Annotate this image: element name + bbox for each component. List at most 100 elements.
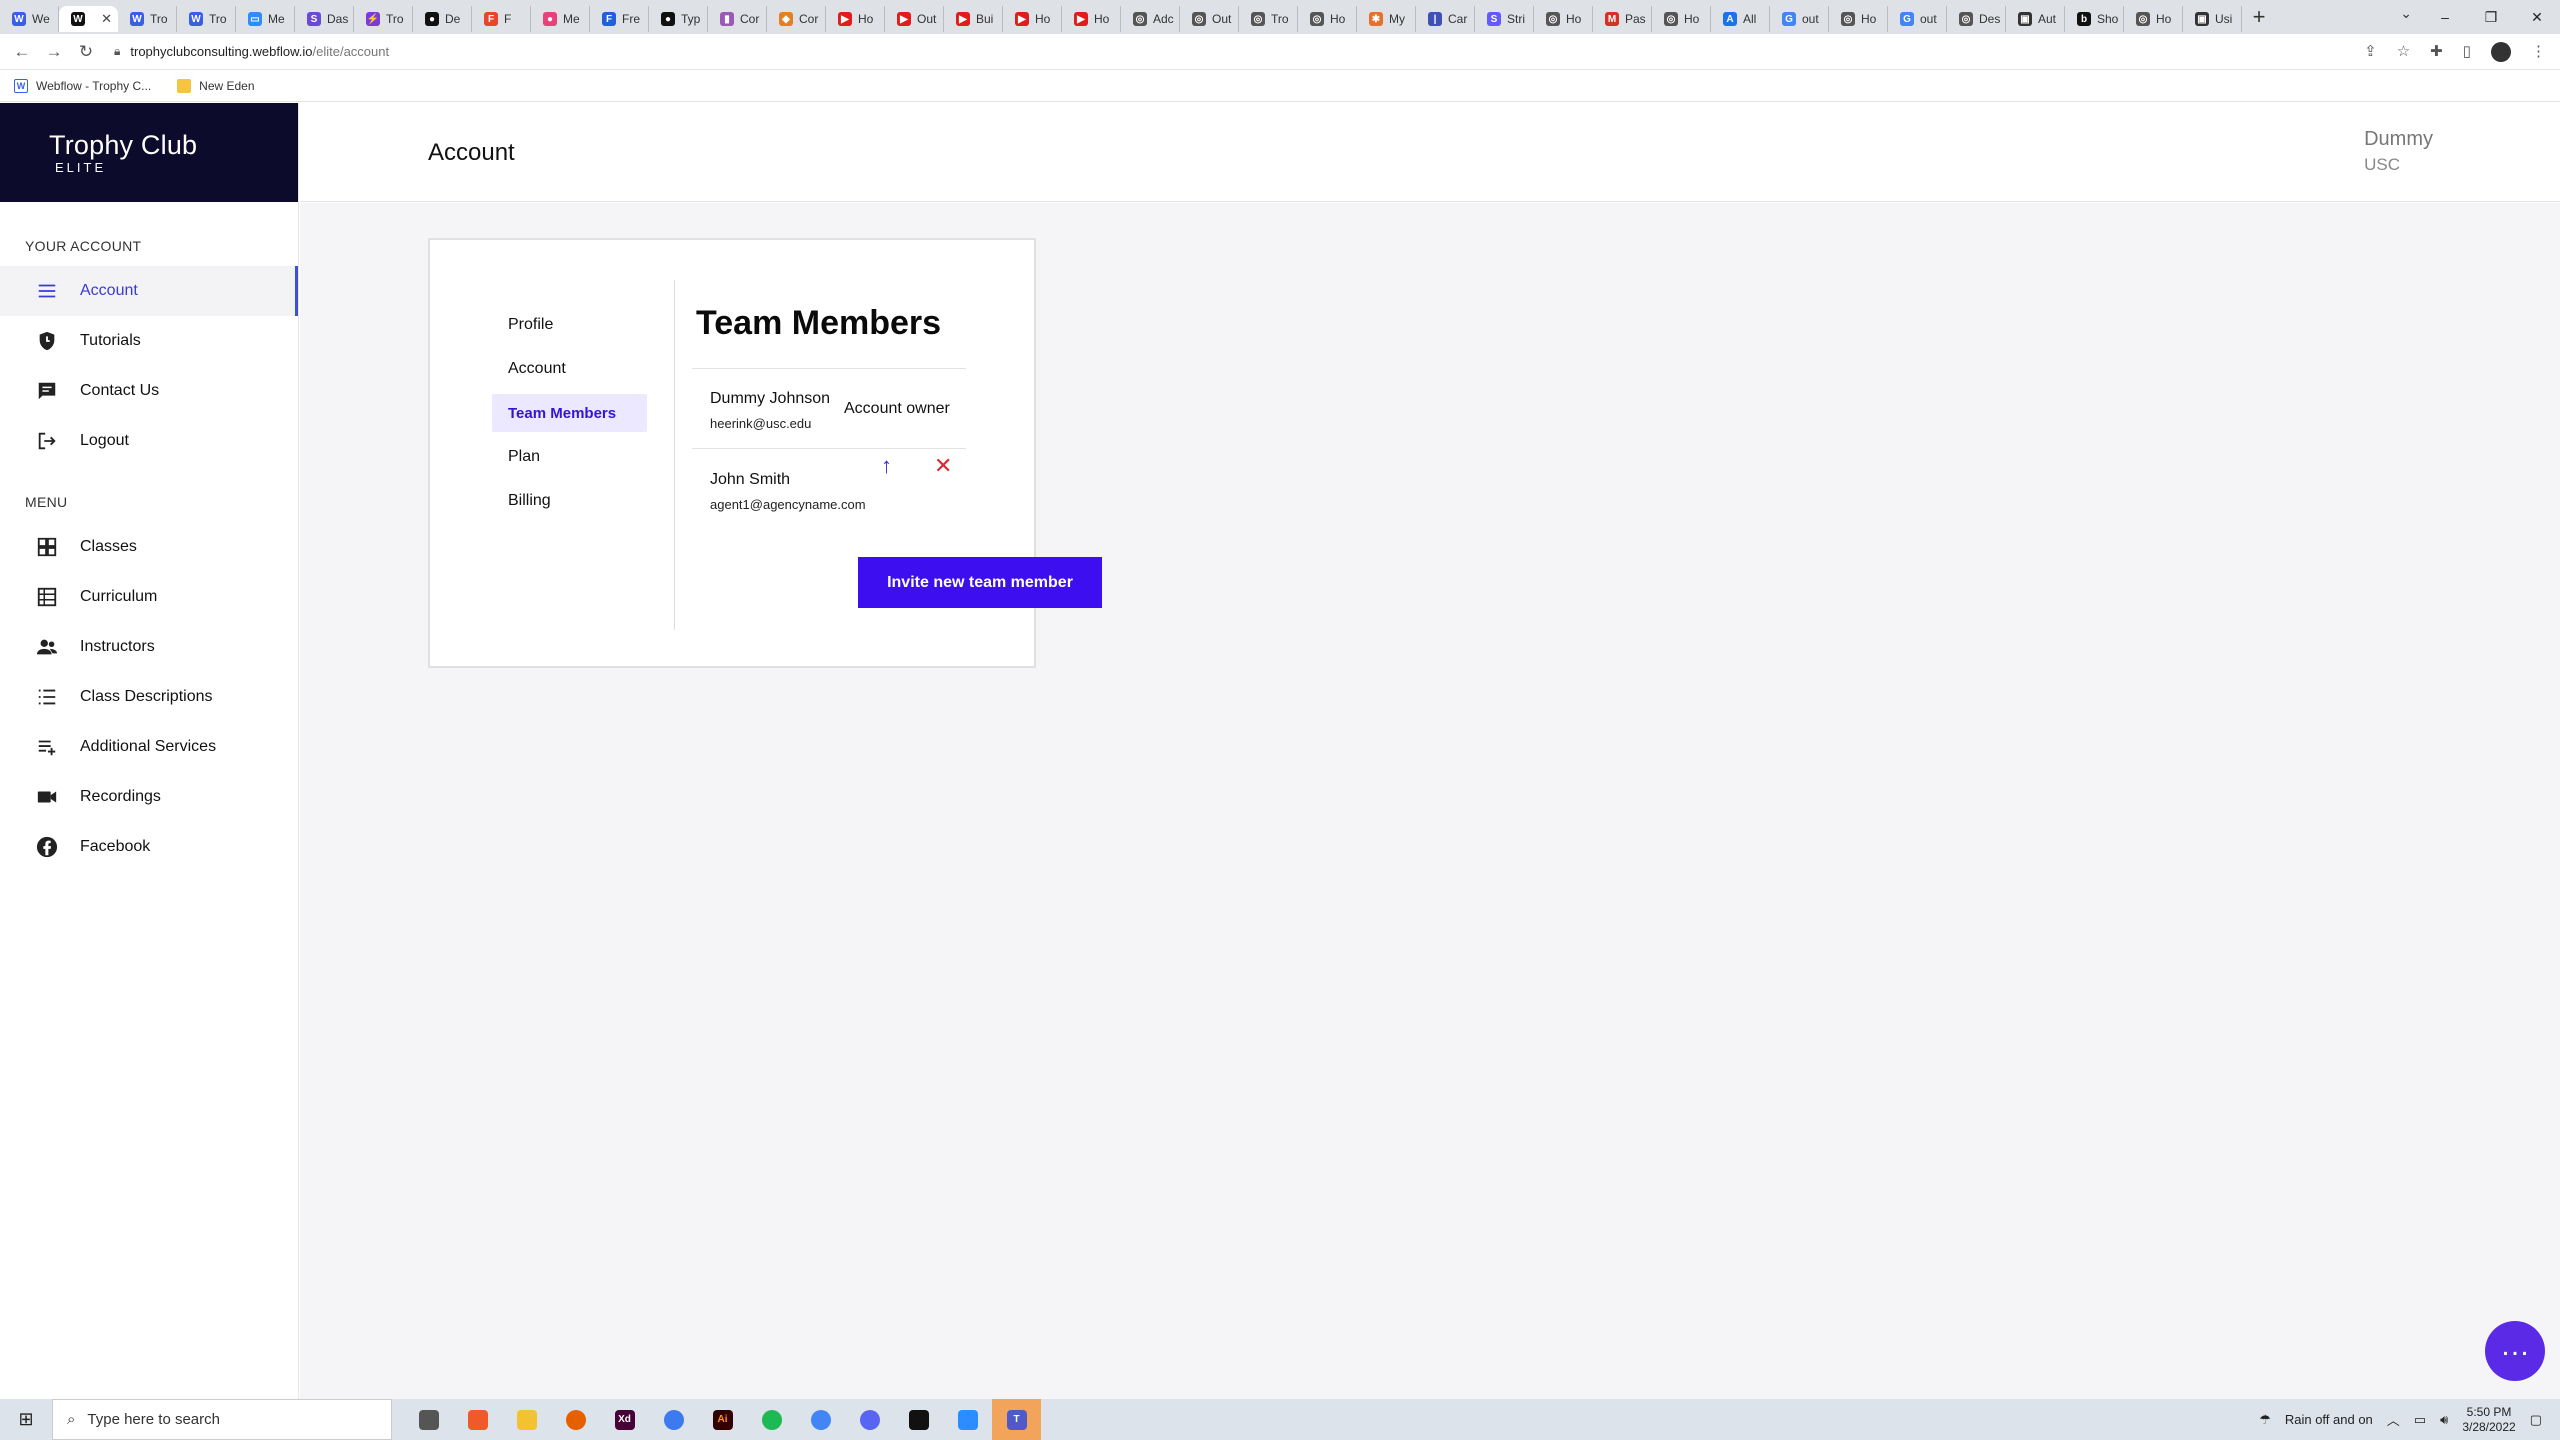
browser-tab[interactable]: b Sho — [2065, 6, 2124, 32]
taskbar-search[interactable]: ⌕ Type here to search — [52, 1399, 392, 1440]
browser-tab[interactable]: ▶ Ho — [1062, 6, 1121, 32]
browser-tab[interactable]: Gout — [1770, 6, 1829, 32]
bookmark-item[interactable]: W Webflow - Trophy C... — [14, 78, 151, 93]
address-bar[interactable]: 🔒︎ trophyclubconsulting.webflow.io/elite… — [114, 37, 2394, 66]
sidebar-item-logout[interactable]: Logout — [0, 416, 298, 466]
browser-tab[interactable]: ▣ Usi — [2183, 6, 2242, 32]
browser-tab[interactable]: W ✕ — [59, 6, 118, 32]
bookmark-star-icon[interactable]: ☆ — [2397, 42, 2410, 62]
sidebar-item-curriculum[interactable]: Curriculum — [0, 572, 298, 622]
back-icon[interactable]: ← — [6, 42, 38, 62]
sidebar-item-recordings[interactable]: Recordings — [0, 772, 298, 822]
brand-logo[interactable]: Trophy Club ELITE — [0, 103, 298, 202]
adobe-xd-icon[interactable]: Xd — [600, 1399, 649, 1440]
sidebar-item-tutorials[interactable]: Tutorials — [0, 316, 298, 366]
browser-tab[interactable]: ◎ Out — [1180, 6, 1239, 32]
browser-tab[interactable]: Gout — [1888, 6, 1947, 32]
restore-icon[interactable]: ❐ — [2468, 9, 2514, 26]
browser-tab[interactable]: ▶ Ho — [826, 6, 885, 32]
close-window-icon[interactable]: ✕ — [2514, 9, 2560, 26]
extensions-icon[interactable]: ✚ — [2430, 42, 2443, 62]
browser-tab[interactable]: ◆ Cor — [767, 6, 826, 32]
illustrator-icon[interactable]: Ai — [698, 1399, 747, 1440]
browser-tab[interactable]: ▣ Aut — [2006, 6, 2065, 32]
browser-menu-icon[interactable]: ⋮ — [2531, 42, 2546, 62]
sidebar-item-account[interactable]: Account — [0, 266, 298, 316]
browser-tab[interactable]: S Stri — [1475, 6, 1534, 32]
browser-tab[interactable]: ◎ Tro — [1239, 6, 1298, 32]
browser-tab[interactable]: ● Typ — [649, 6, 708, 32]
sidebar-item-instructors[interactable]: Instructors — [0, 622, 298, 672]
sidebar-item-class-descriptions[interactable]: Class Descriptions — [0, 672, 298, 722]
bookmark-item[interactable]: New Eden — [177, 78, 255, 93]
remove-member-close-icon[interactable]: ✕ — [934, 453, 952, 479]
firefox-icon[interactable] — [551, 1399, 600, 1440]
browser-tab[interactable]: ● Me — [531, 6, 590, 32]
chat-support-button[interactable]: … — [2485, 1321, 2545, 1381]
browser-tab[interactable]: ✱ My — [1357, 6, 1416, 32]
browser-tab[interactable]: ▶ Out — [885, 6, 944, 32]
browser-tab[interactable]: FF — [472, 6, 531, 32]
zoom-icon[interactable] — [943, 1399, 992, 1440]
figma-icon[interactable] — [894, 1399, 943, 1440]
tray-chevron-icon[interactable]: ︿ — [2387, 1410, 2400, 1429]
new-tab-button[interactable]: + — [2242, 3, 2276, 31]
browser-tab[interactable]: W Tro — [177, 6, 236, 32]
weather-icon[interactable]: ☂ — [2259, 1412, 2271, 1428]
minimize-icon[interactable]: – — [2422, 9, 2468, 25]
brave-icon[interactable] — [453, 1399, 502, 1440]
browser-tab[interactable]: A All — [1711, 6, 1770, 32]
browser-tab[interactable]: ◎ Ho — [1298, 6, 1357, 32]
notifications-icon[interactable]: ▢ — [2530, 1412, 2542, 1428]
clock[interactable]: 5:50 PM 3/28/2022 — [2462, 1405, 2515, 1435]
spotify-icon[interactable] — [747, 1399, 796, 1440]
settings-tab-team-members[interactable]: Team Members — [492, 394, 647, 432]
browser-tab[interactable]: W Tro — [118, 6, 177, 32]
browser-tab[interactable]: ◎ Des — [1947, 6, 2006, 32]
browser-tab[interactable]: ▮ Cor — [708, 6, 767, 32]
browser-tab[interactable]: ● De — [413, 6, 472, 32]
sidebar-item-facebook[interactable]: Facebook — [0, 822, 298, 872]
chrome-icon[interactable] — [796, 1399, 845, 1440]
forward-icon[interactable]: → — [38, 42, 70, 62]
messenger-icon[interactable] — [649, 1399, 698, 1440]
browser-tab[interactable]: ◎ Ho — [1534, 6, 1593, 32]
browser-tab[interactable]: ▶ Bui — [944, 6, 1003, 32]
browser-tab[interactable]: ◎ Ho — [1829, 6, 1888, 32]
browser-tab[interactable]: M Pas — [1593, 6, 1652, 32]
sidebar-item-additional-services[interactable]: Additional Services — [0, 722, 298, 772]
share-icon[interactable]: ⇪ — [2364, 42, 2377, 62]
browser-tab[interactable]: ◎ Ho — [2124, 6, 2183, 32]
close-tab-icon[interactable]: ✕ — [101, 11, 112, 27]
settings-tab-billing[interactable]: Billing — [492, 482, 647, 520]
browser-tab[interactable]: S Das — [295, 6, 354, 32]
side-panel-icon[interactable]: ▯ — [2463, 42, 2471, 62]
invite-team-member-button[interactable]: Invite new team member — [858, 557, 1102, 608]
browser-tab[interactable]: ⚡ Tro — [354, 6, 413, 32]
browser-tab[interactable]: ◎ Adc — [1121, 6, 1180, 32]
task-view-icon[interactable] — [404, 1399, 453, 1440]
discord-icon[interactable] — [845, 1399, 894, 1440]
profile-avatar[interactable] — [2491, 42, 2511, 62]
tab-search-icon[interactable]: ⌄ — [2400, 5, 2412, 22]
sidebar-item-contact-us[interactable]: Contact Us — [0, 366, 298, 416]
user-menu[interactable]: Dummy USC — [2364, 128, 2433, 175]
promote-arrow-up-icon[interactable]: ↑ — [881, 453, 892, 479]
browser-tab[interactable]: F Fre — [590, 6, 649, 32]
teams-icon[interactable]: T — [992, 1399, 1041, 1440]
sidebar-item-classes[interactable]: Classes — [0, 522, 298, 572]
weather-text[interactable]: Rain off and on — [2285, 1412, 2373, 1427]
settings-tab-plan[interactable]: Plan — [492, 438, 647, 476]
browser-tab[interactable]: W We — [0, 6, 59, 32]
browser-tab[interactable]: ▶ Ho — [1003, 6, 1062, 32]
browser-tab[interactable]: ▭ Me — [236, 6, 295, 32]
reload-icon[interactable]: ↻ — [70, 42, 102, 62]
windows-start-icon[interactable]: ⊞ — [0, 1409, 52, 1430]
file-explorer-icon[interactable] — [502, 1399, 551, 1440]
settings-tab-profile[interactable]: Profile — [492, 306, 647, 344]
network-icon[interactable]: ▭ — [2414, 1412, 2426, 1428]
settings-tab-account[interactable]: Account — [492, 350, 647, 388]
browser-tab[interactable]: | Car — [1416, 6, 1475, 32]
browser-tab[interactable]: ◎ Ho — [1652, 6, 1711, 32]
volume-icon[interactable]: 🔊︎ — [2440, 1412, 2448, 1428]
